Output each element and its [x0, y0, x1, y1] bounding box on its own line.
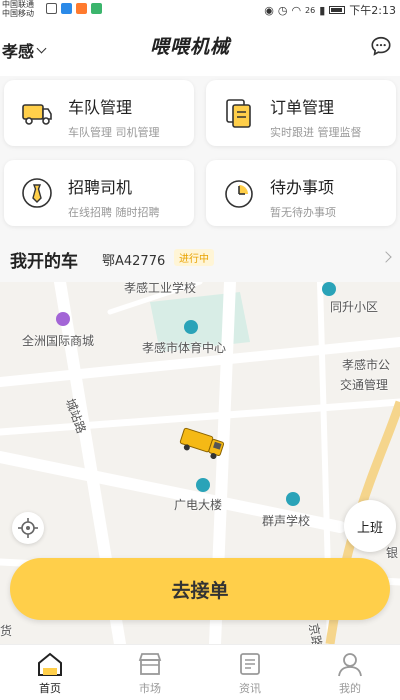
accept-order-button[interactable]: 去接单 — [10, 558, 390, 620]
app-notification-icon — [91, 3, 102, 14]
alarm-icon: ◷ — [277, 3, 288, 17]
store-icon — [138, 653, 162, 675]
clock-in-button[interactable]: 上班 — [344, 500, 396, 552]
building-poi-icon — [196, 478, 210, 492]
map-label: 孝感市体育中心 — [142, 341, 227, 355]
school-poi-icon — [286, 492, 300, 506]
tab-label: 首页 — [39, 682, 61, 695]
card-title: 招聘司机 — [68, 178, 133, 197]
residential-poi-icon — [322, 282, 336, 296]
map-label: 同升小区 — [330, 300, 379, 314]
locate-button[interactable] — [12, 512, 44, 544]
tie-icon — [22, 178, 52, 208]
tab-label: 我的 — [339, 682, 361, 695]
license-plate: 鄂A42776 — [102, 254, 166, 269]
card-subtitle: 在线招聘 随时招聘 — [68, 206, 160, 219]
signal-label: 26 — [305, 5, 316, 15]
card-title: 车队管理 — [68, 98, 133, 117]
carrier-line1: 中国联通 — [2, 0, 34, 9]
status-right: ◉ ◷ ◠ 26 ▮ 下午2:13 — [264, 2, 396, 18]
app-notification-icon — [61, 3, 72, 14]
tab-profile[interactable]: 我的 — [300, 645, 400, 700]
card-subtitle: 暂无待办事项 — [270, 206, 336, 219]
tab-home[interactable]: 首页 — [0, 645, 100, 700]
card-fleet-management[interactable]: 车队管理 车队管理 司机管理 — [4, 80, 194, 146]
city-name: 孝感 — [2, 42, 35, 61]
chevron-right-icon — [380, 251, 392, 263]
map-label: 孝感工业学校 — [124, 282, 197, 295]
app-header: 孝感 喂喂机械 — [0, 18, 400, 76]
clock-time: 下午2:13 — [349, 4, 396, 17]
card-subtitle: 车队管理 司机管理 — [68, 126, 160, 139]
brand-logo: 喂喂机械 — [150, 36, 231, 58]
feature-cards: 车队管理 车队管理 司机管理 订单管理 实时跟进 管理监督 招聘司机 在线招聘 … — [0, 76, 400, 236]
carrier-info: 中国联通 中国移动 — [2, 0, 34, 18]
my-car-row[interactable]: 我开的车 鄂A42776 进行中 — [0, 236, 400, 282]
city-selector[interactable]: 孝感 — [2, 38, 47, 62]
map-label: 银 — [386, 546, 399, 560]
card-order-management[interactable]: 订单管理 实时跟进 管理监督 — [206, 80, 396, 146]
tab-label: 市场 — [139, 682, 161, 695]
home-icon — [38, 652, 62, 676]
card-subtitle: 实时跟进 管理监督 — [270, 126, 362, 139]
tab-news[interactable]: 资讯 — [200, 645, 300, 700]
map-label: 孝感市公 — [342, 358, 391, 372]
stadium-poi-icon — [184, 320, 198, 334]
battery-icon — [329, 6, 346, 14]
map-label: 全洲国际商城 — [22, 334, 95, 348]
usb-icon — [46, 3, 57, 14]
notification-icons — [46, 3, 102, 14]
carrier-line2: 中国移动 — [2, 9, 34, 18]
tab-market[interactable]: 市场 — [100, 645, 200, 700]
truck-icon — [22, 104, 52, 125]
app-notification-icon — [76, 3, 87, 14]
crosshair-icon — [18, 518, 38, 538]
news-icon — [240, 653, 260, 675]
chevron-down-icon — [36, 43, 47, 53]
card-recruit-drivers[interactable]: 招聘司机 在线招聘 随时招聘 — [4, 160, 194, 226]
clock-icon — [225, 180, 253, 208]
card-title: 订单管理 — [270, 98, 335, 117]
card-todo[interactable]: 待办事项 暂无待办事项 — [206, 160, 396, 226]
map-label: 交通管理 — [340, 378, 389, 392]
status-bar: 中国联通 中国移动 ◉ ◷ ◠ 26 ▮ 下午2:13 — [0, 0, 400, 18]
map-label: 群声学校 — [262, 514, 311, 528]
location-icon: ◉ — [264, 3, 274, 17]
card-title: 待办事项 — [270, 178, 335, 197]
signal-icon: ▮ — [319, 3, 326, 17]
wifi-icon: ◠ — [291, 3, 302, 17]
status-badge: 进行中 — [174, 249, 214, 266]
shopping-poi-icon — [56, 312, 70, 326]
my-car-label: 我开的车 — [10, 252, 78, 272]
map-label: 广电大楼 — [174, 498, 223, 512]
map-view[interactable]: 孝感工业学校 同升小区 全洲国际商城 孝感市体育中心 孝感市公 交通管理 城站路… — [0, 282, 400, 644]
tab-label: 资讯 — [239, 682, 261, 695]
document-icon — [226, 99, 251, 128]
map-label: 货 — [0, 624, 13, 638]
bottom-tab-bar: 首页 市场 资讯 我的 — [0, 644, 400, 700]
message-icon[interactable] — [370, 35, 392, 57]
user-icon — [338, 653, 362, 677]
